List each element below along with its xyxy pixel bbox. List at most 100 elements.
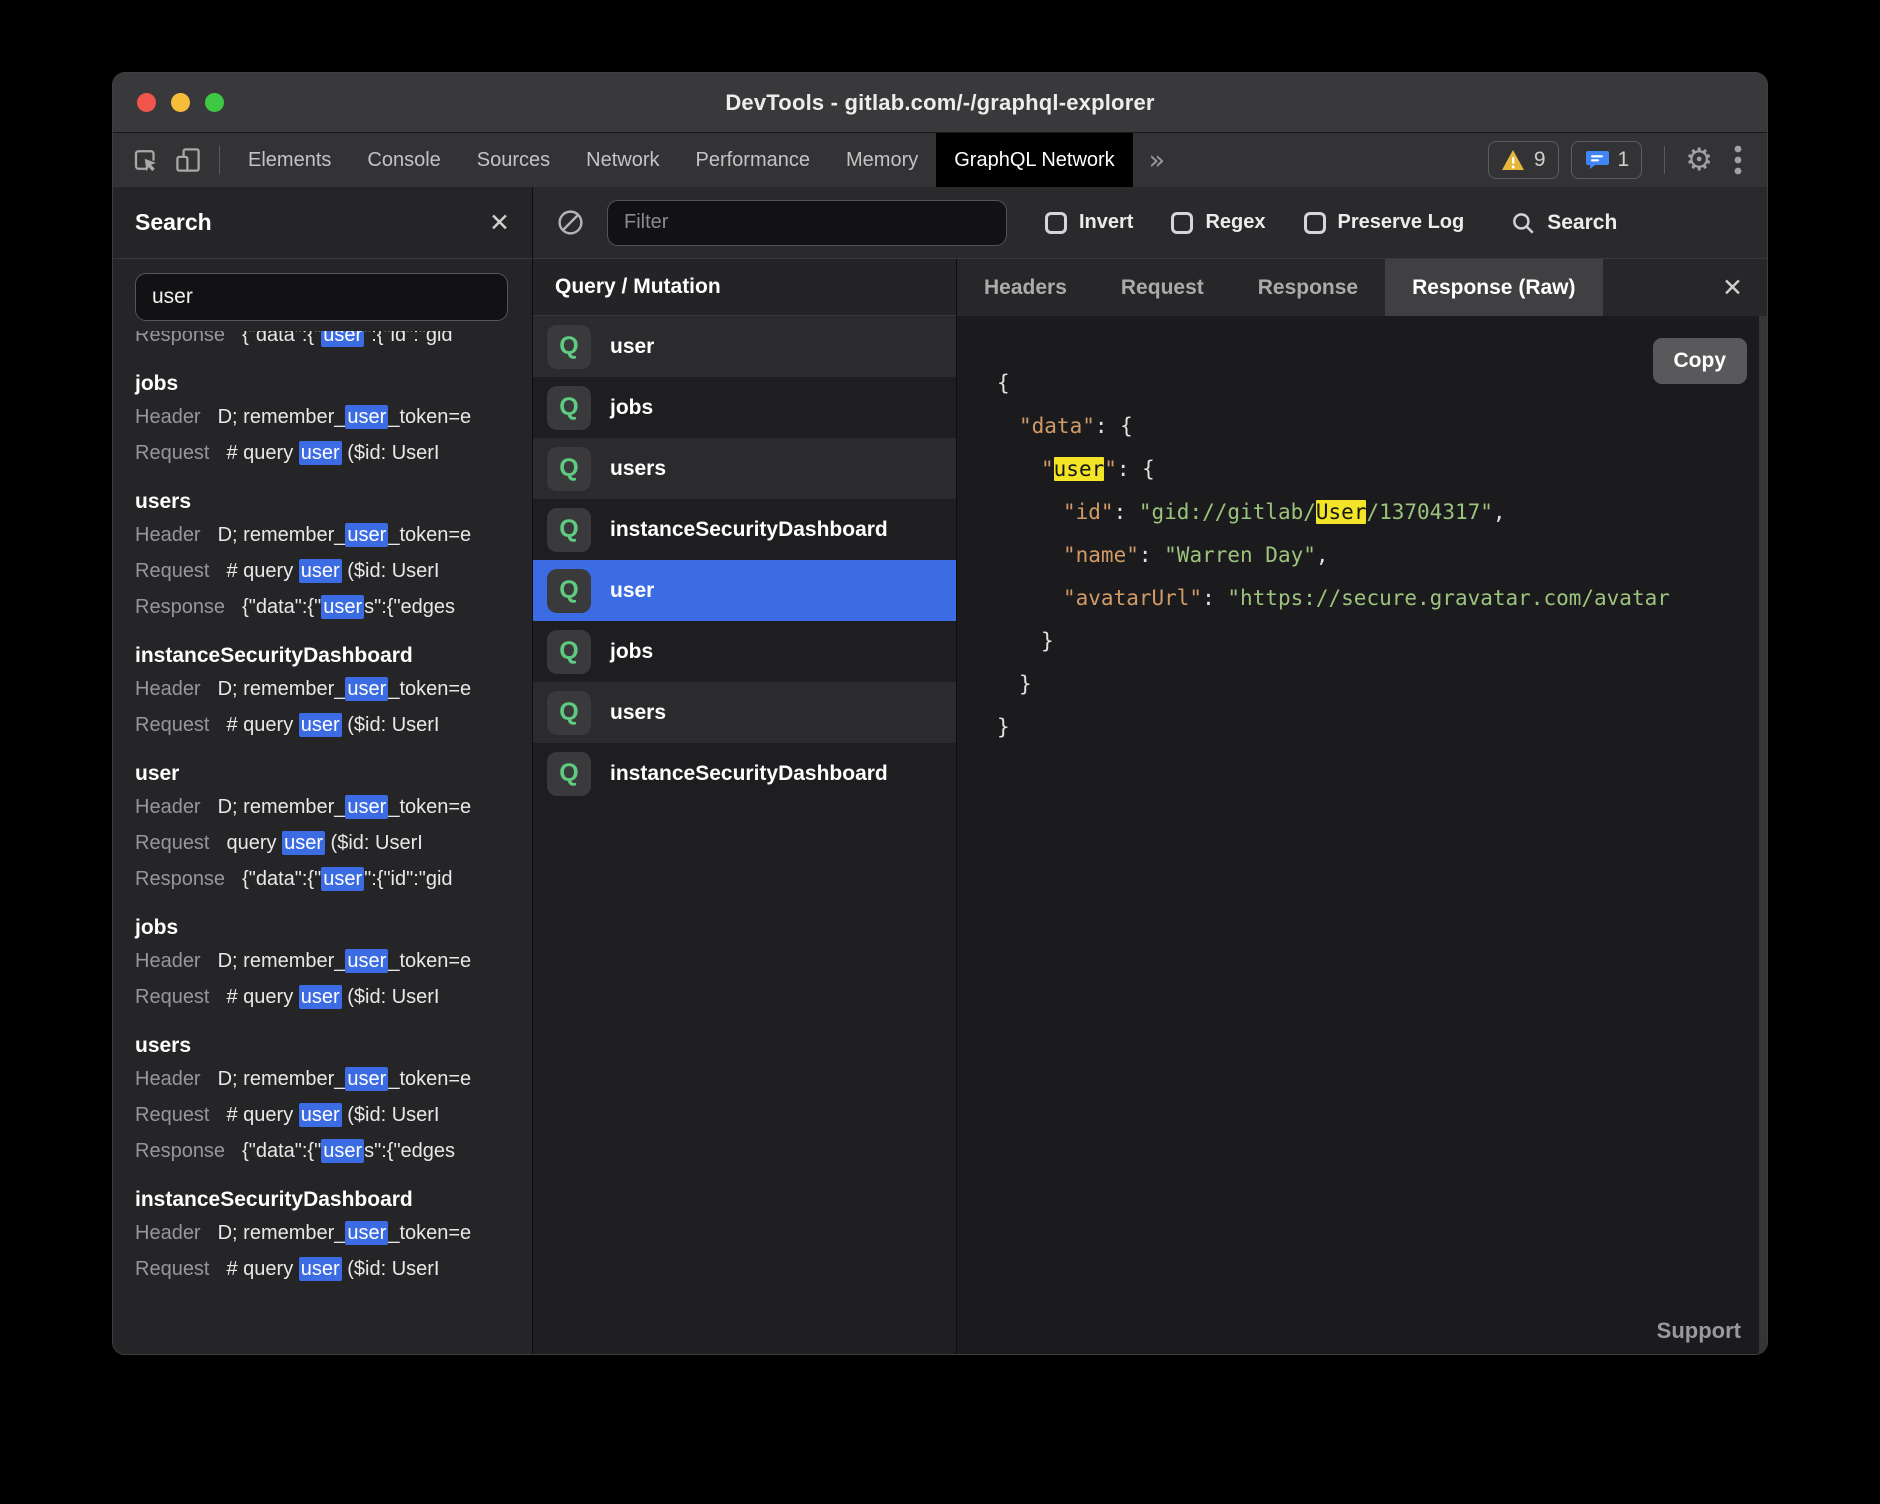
query-row-label: instanceSecurityDashboard — [610, 518, 888, 542]
messages-badge[interactable]: 1 — [1571, 141, 1643, 179]
json-token: } — [1041, 629, 1054, 653]
search-result-group-jobs: jobsHeaderD; remember_user_token=eReques… — [135, 913, 532, 1015]
checkbox-label-invert: Invert — [1079, 211, 1133, 234]
result-text: D; remember_ — [218, 524, 346, 546]
tab-memory[interactable]: Memory — [828, 133, 936, 187]
result-text: s":{"edges — [364, 1140, 455, 1162]
zoom-window-button[interactable] — [205, 93, 224, 112]
search-result-line-response[interactable]: Response{"data":{"users":{"edges — [135, 1133, 532, 1169]
result-text: ":{"id":"gid — [364, 868, 452, 890]
query-mutation-header: Query / Mutation — [533, 259, 956, 316]
search-result-line-header[interactable]: HeaderD; remember_user_token=e — [135, 517, 532, 553]
tab-graphql-network[interactable]: GraphQL Network — [936, 133, 1132, 187]
tab-console[interactable]: Console — [349, 133, 458, 187]
search-panel: Search ✕ Response{"data":{"user":{"id":"… — [113, 187, 533, 1354]
result-line-label: Response — [135, 868, 225, 890]
tab-network[interactable]: Network — [568, 133, 677, 187]
result-text: # query — [227, 442, 299, 464]
result-text: D; remember_ — [218, 1222, 346, 1244]
search-input[interactable] — [135, 273, 508, 321]
settings-gear-icon[interactable]: ⚙ — [1685, 142, 1713, 178]
json-line: } — [997, 706, 1753, 749]
checkbox-box-preserve-log[interactable] — [1304, 212, 1326, 234]
filter-checkboxes: Invert Regex Preserve Log — [1007, 211, 1464, 234]
search-results: Response{"data":{"user":{"id":"gidjobsHe… — [113, 331, 532, 1354]
query-row-users[interactable]: Qusers — [533, 438, 956, 499]
vertical-scrollbar[interactable] — [1759, 316, 1767, 1354]
result-text: D; remember_ — [218, 678, 346, 700]
main-column: Invert Regex Preserve Log Search Query / M… — [533, 187, 1767, 1354]
match-highlight: user — [299, 985, 342, 1009]
query-row-user[interactable]: Quser — [533, 560, 956, 621]
search-result-line-request[interactable]: Request# query user ($id: UserI — [135, 553, 532, 589]
query-row-jobs[interactable]: Qjobs — [533, 621, 956, 682]
query-row-instancesecuritydashboard[interactable]: QinstanceSecurityDashboard — [533, 499, 956, 560]
query-row-jobs[interactable]: Qjobs — [533, 377, 956, 438]
devtools-toolbar: ElementsConsoleSourcesNetworkPerformance… — [113, 133, 1767, 187]
detail-tab-headers[interactable]: Headers — [957, 259, 1094, 316]
match-highlight: user — [299, 713, 342, 737]
match-highlight: user — [299, 441, 342, 465]
checkbox-regex[interactable]: Regex — [1171, 211, 1265, 234]
checkbox-box-regex[interactable] — [1171, 212, 1193, 234]
copy-button[interactable]: Copy — [1653, 338, 1748, 384]
checkbox-preserve-log[interactable]: Preserve Log — [1304, 211, 1465, 234]
search-result-line-response[interactable]: Response{"data":{"user":{"id":"gid — [135, 331, 532, 353]
match-highlight: user — [299, 1103, 342, 1127]
inspect-element-icon[interactable] — [125, 139, 167, 181]
search-result-line-header[interactable]: HeaderD; remember_user_token=e — [135, 1061, 532, 1097]
search-result-line-header[interactable]: HeaderD; remember_user_token=e — [135, 671, 532, 707]
result-text: ($id: UserI — [342, 986, 440, 1008]
search-result-line-header[interactable]: HeaderD; remember_user_token=e — [135, 789, 532, 825]
filter-input[interactable] — [607, 200, 1007, 246]
close-detail-icon[interactable]: ✕ — [1722, 273, 1767, 302]
search-result-line-response[interactable]: Response{"data":{"user":{"id":"gid — [135, 861, 532, 897]
search-result-line-request[interactable]: Request# query user ($id: UserI — [135, 435, 532, 471]
json-token: } — [997, 715, 1010, 739]
search-result-group-title: user — [135, 759, 532, 789]
tab-performance[interactable]: Performance — [678, 133, 829, 187]
search-result-line-request[interactable]: Request# query user ($id: UserI — [135, 1251, 532, 1287]
result-text: {"data":{" — [242, 596, 321, 618]
device-toolbar-icon[interactable] — [167, 139, 209, 181]
query-type-icon: Q — [547, 691, 591, 735]
checkbox-label-preserve-log: Preserve Log — [1338, 211, 1465, 234]
query-row-user[interactable]: Quser — [533, 316, 956, 377]
detail-tab-response-raw[interactable]: Response (Raw) — [1385, 259, 1602, 316]
search-result-line-request[interactable]: Request# query user ($id: UserI — [135, 707, 532, 743]
close-window-button[interactable] — [137, 93, 156, 112]
tab-elements[interactable]: Elements — [230, 133, 349, 187]
query-type-icon: Q — [547, 325, 591, 369]
result-line-label: Response — [135, 596, 225, 618]
toolbar-right: 9 1 ⚙ — [1488, 139, 1767, 181]
json-line: "name": "Warren Day", — [997, 534, 1753, 577]
kebab-menu-icon[interactable] — [1723, 139, 1753, 181]
detail-tab-request[interactable]: Request — [1094, 259, 1231, 316]
detail-tab-response[interactable]: Response — [1231, 259, 1385, 316]
issues-warning-badge[interactable]: 9 — [1488, 141, 1559, 179]
search-button[interactable]: Search — [1510, 210, 1617, 236]
search-result-line-request[interactable]: Requestquery user ($id: UserI — [135, 825, 532, 861]
clear-block-icon[interactable] — [549, 202, 591, 244]
json-token: "Warren Day" — [1164, 543, 1316, 567]
query-row-users[interactable]: Qusers — [533, 682, 956, 743]
search-result-line-response[interactable]: Response{"data":{"users":{"edges — [135, 589, 532, 625]
more-tabs-chevron[interactable]: » — [1133, 145, 1182, 176]
checkbox-box-invert[interactable] — [1045, 212, 1067, 234]
result-line-label: Header — [135, 406, 201, 428]
search-result-line-header[interactable]: HeaderD; remember_user_token=e — [135, 1215, 532, 1251]
tab-sources[interactable]: Sources — [459, 133, 568, 187]
checkbox-invert[interactable]: Invert — [1045, 211, 1133, 234]
query-row-instancesecuritydashboard[interactable]: QinstanceSecurityDashboard — [533, 743, 956, 804]
support-link[interactable]: Support — [1657, 1318, 1741, 1344]
result-text: s":{"edges — [364, 596, 455, 618]
search-result-line-request[interactable]: Request# query user ($id: UserI — [135, 1097, 532, 1133]
search-result-group-user: userHeaderD; remember_user_token=eReques… — [135, 759, 532, 897]
search-result-line-header[interactable]: HeaderD; remember_user_token=e — [135, 943, 532, 979]
search-result-line-header[interactable]: HeaderD; remember_user_token=e — [135, 399, 532, 435]
close-search-panel-icon[interactable]: ✕ — [489, 208, 510, 237]
result-text: ($id: UserI — [342, 1258, 440, 1280]
result-text: D; remember_ — [218, 950, 346, 972]
minimize-window-button[interactable] — [171, 93, 190, 112]
search-result-line-request[interactable]: Request# query user ($id: UserI — [135, 979, 532, 1015]
